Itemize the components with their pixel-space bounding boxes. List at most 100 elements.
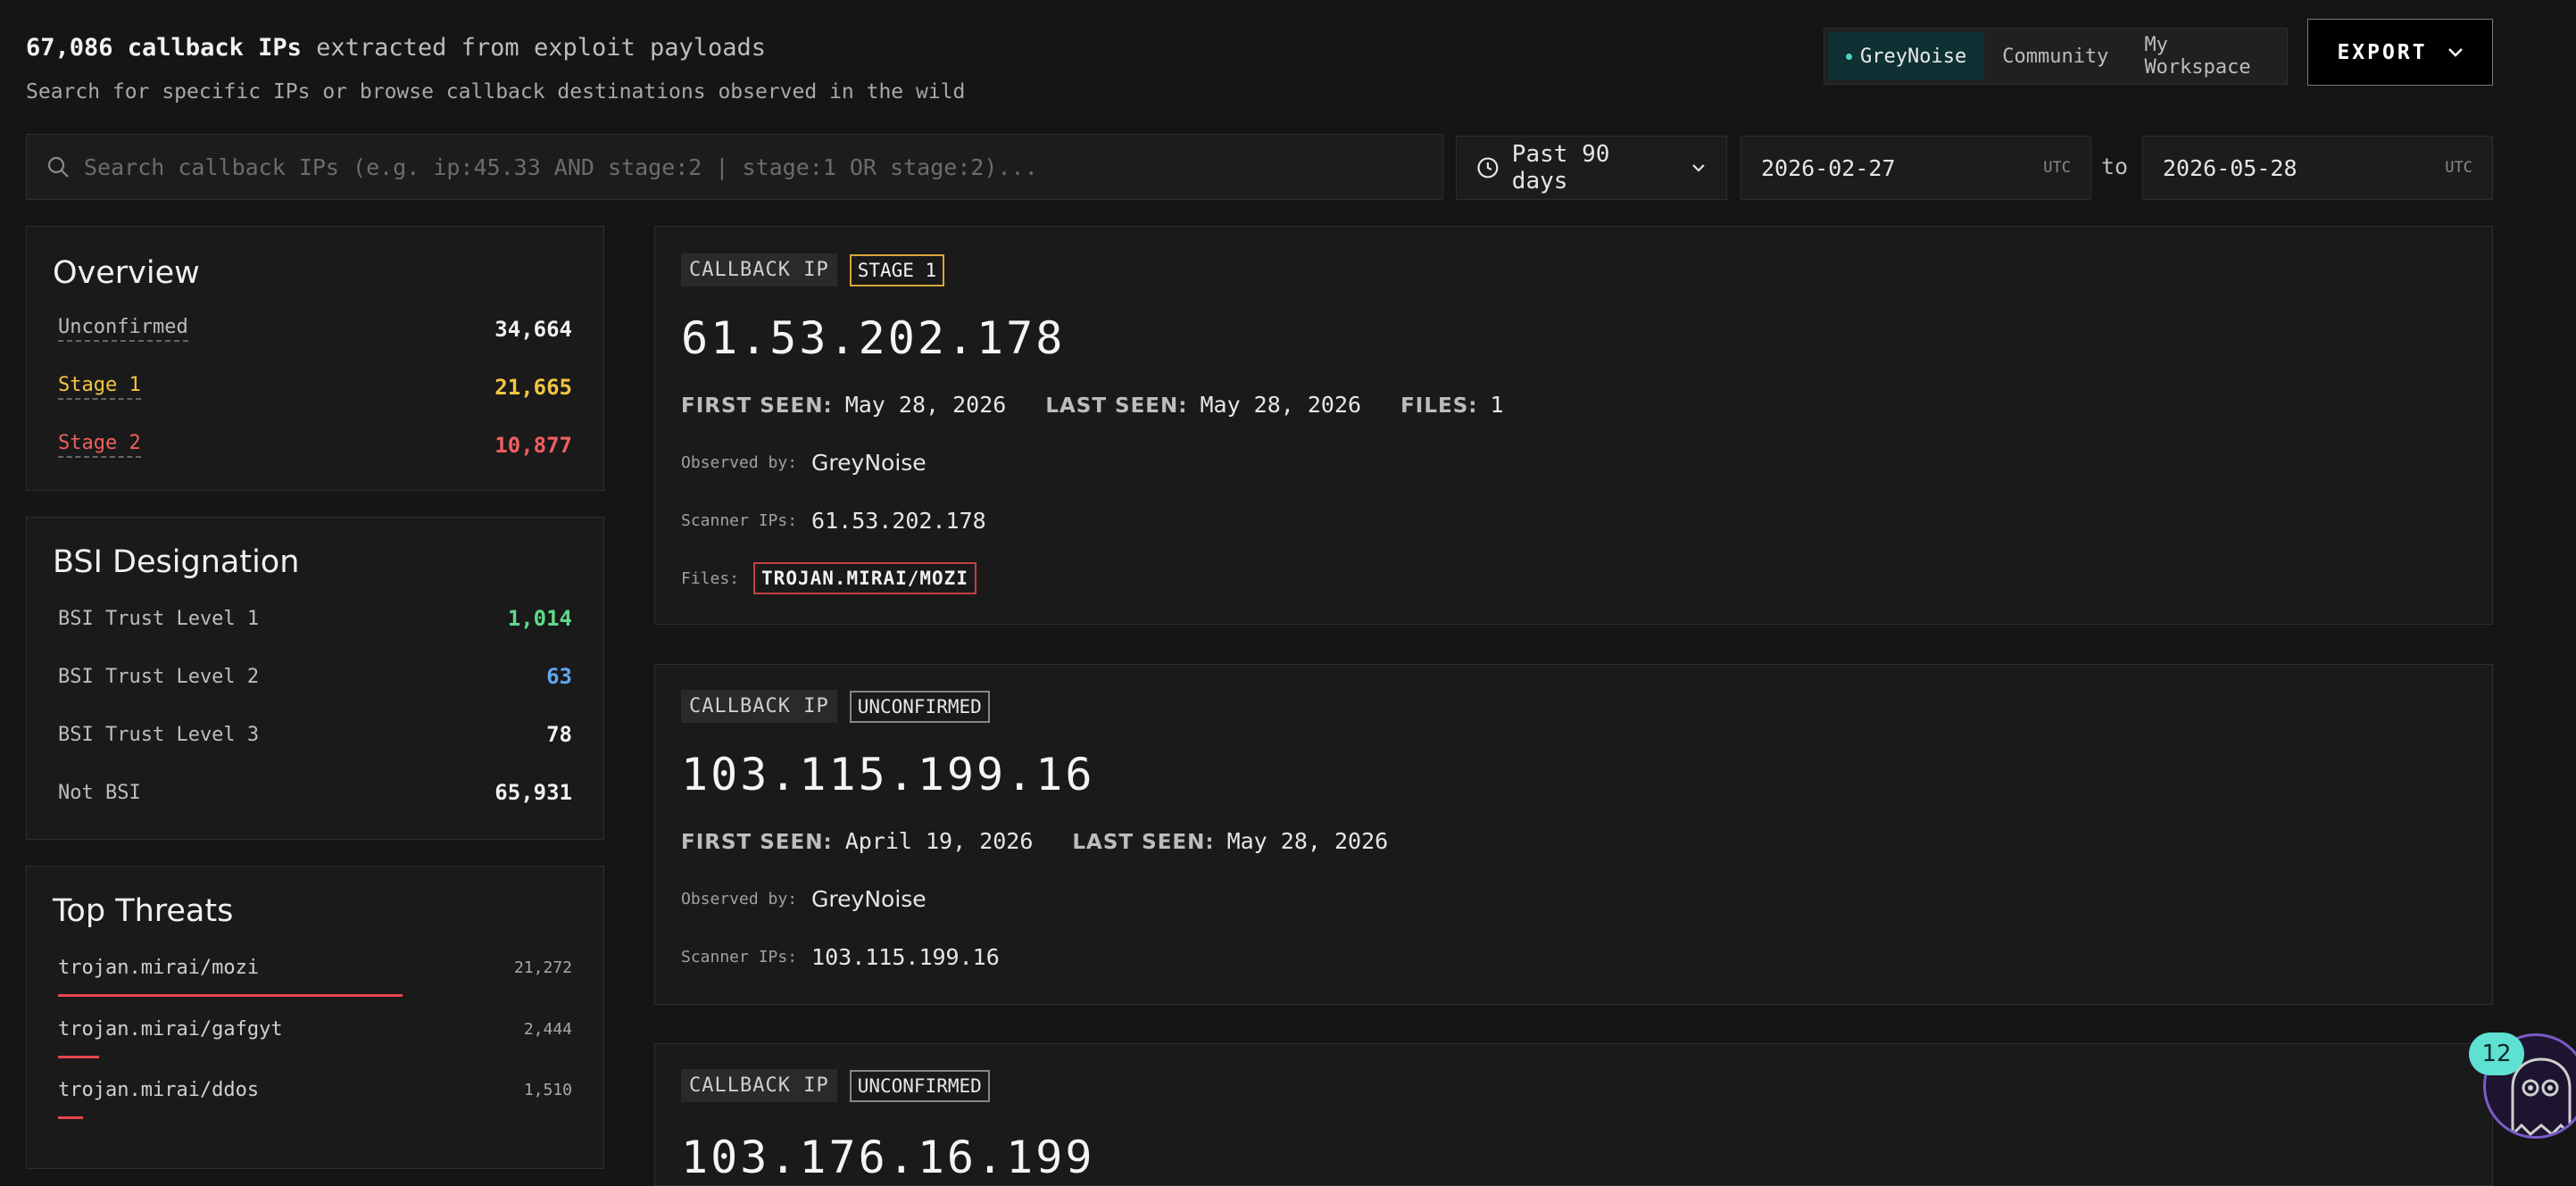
last-seen-label: LAST SEEN: [1045, 394, 1188, 418]
threat-row[interactable]: trojan.mirai/mozi 21,272 [58, 957, 572, 979]
count-suffix: extracted from exploit payloads [301, 34, 767, 62]
files-count-value: 1 [1490, 392, 1504, 418]
observed-by-value: GreyNoise [811, 886, 927, 912]
chevron-down-icon [2447, 47, 2463, 57]
bsi-row[interactable]: BSI Trust Level 3 78 [58, 722, 572, 747]
threat-count: 2,444 [523, 1020, 572, 1039]
card-tags: CALLBACK IP UNCONFIRMED [681, 1069, 990, 1102]
overview-panel: Overview Unconfirmed 34,664 Stage 1 21,6… [26, 226, 604, 491]
card-tags: CALLBACK IP STAGE 1 [681, 253, 945, 286]
scanner-ip-value[interactable]: 61.53.202.178 [811, 508, 986, 534]
end-date-field[interactable]: 2026-05-28 UTC [2142, 136, 2493, 200]
search-input[interactable] [82, 153, 1423, 181]
threat-row[interactable]: trojan.mirai/gafgyt 2,444 [58, 1018, 572, 1041]
workspace-option-greynoise[interactable]: GreyNoise [1828, 32, 1985, 80]
stage-badge: UNCONFIRMED [849, 1069, 990, 1102]
first-seen-label: FIRST SEEN: [681, 831, 833, 854]
callback-ip-card[interactable]: CALLBACK IP STAGE 1 61.53.202.178 FIRST … [654, 226, 2493, 625]
threat-count: 21,272 [513, 958, 572, 977]
stage-badge: STAGE 1 [849, 253, 945, 286]
workspace-option-my-workspace[interactable]: My Workspace [2126, 32, 2283, 80]
callback-ip-card[interactable]: CALLBACK IP UNCONFIRMED 103.176.16.199 [654, 1043, 2493, 1186]
active-dot-icon [1846, 53, 1852, 60]
results-summary: 67,086 callback IPs extracted from explo… [26, 34, 766, 62]
callback-ip-address[interactable]: 103.176.16.199 [681, 1132, 1094, 1183]
workspace-option-community[interactable]: Community [1984, 32, 2126, 80]
bsi-level-3-label: BSI Trust Level 3 [58, 723, 260, 746]
unconfirmed-filter-link[interactable]: Unconfirmed [58, 316, 188, 342]
not-bsi-label: Not BSI [58, 781, 141, 804]
observed-by-value: GreyNoise [811, 450, 927, 476]
threat-count: 1,510 [523, 1081, 572, 1099]
stage-1-filter-link[interactable]: Stage 1 [58, 374, 141, 400]
overview-row-stage-1: Stage 1 21,665 [58, 374, 572, 400]
bsi-level-2-label: BSI Trust Level 2 [58, 665, 260, 688]
timezone-label: UTC [2043, 159, 2071, 177]
clock-icon [1477, 157, 1499, 178]
workspace-label: GreyNoise [1860, 45, 1967, 68]
workspace-switcher: GreyNoise Community My Workspace [1824, 28, 2288, 85]
unconfirmed-count: 34,664 [494, 316, 572, 342]
callback-ip-tag: CALLBACK IP [681, 1069, 837, 1102]
bsi-row[interactable]: Not BSI 65,931 [58, 780, 572, 805]
overview-row-unconfirmed: Unconfirmed 34,664 [58, 316, 572, 342]
threat-bar [58, 994, 403, 997]
chevron-down-icon [1692, 164, 1705, 172]
bsi-level-1-label: BSI Trust Level 1 [58, 607, 260, 630]
overview-title: Overview [53, 255, 200, 291]
bsi-level-3-count: 78 [546, 722, 572, 747]
callback-ip-card[interactable]: CALLBACK IP UNCONFIRMED 103.115.199.16 F… [654, 664, 2493, 1005]
observed-by-label: Observed by: [681, 453, 798, 472]
threat-name: trojan.mirai/ddos [58, 1079, 260, 1101]
threat-name: trojan.mirai/gafgyt [58, 1018, 283, 1041]
callback-ip-tag: CALLBACK IP [681, 253, 837, 286]
search-bar [26, 134, 1443, 200]
export-label: EXPORT [2337, 40, 2428, 64]
first-seen-label: FIRST SEEN: [681, 394, 833, 418]
notification-count-badge: 12 [2469, 1033, 2524, 1075]
not-bsi-count: 65,931 [494, 780, 572, 805]
stage-2-count: 10,877 [494, 432, 572, 458]
callback-ip-address[interactable]: 61.53.202.178 [681, 312, 1065, 364]
search-icon [47, 156, 69, 178]
observed-by-label: Observed by: [681, 890, 798, 908]
end-date-value: 2026-05-28 [2163, 154, 2298, 181]
scanner-ips-label: Scanner IPs: [681, 948, 798, 966]
first-seen-value: May 28, 2026 [844, 392, 1007, 418]
date-range-dropdown[interactable]: Past 90 days [1456, 136, 1727, 200]
first-seen-value: April 19, 2026 [844, 828, 1034, 854]
start-date-field[interactable]: 2026-02-27 UTC [1741, 136, 2091, 200]
bsi-designation-panel: BSI Designation BSI Trust Level 1 1,014 … [26, 517, 604, 840]
seen-dates: FIRST SEEN: May 28, 2026 LAST SEEN: May … [681, 392, 1543, 418]
files-label: Files: [681, 568, 740, 588]
top-threats-panel: Top Threats trojan.mirai/mozi 21,272 tro… [26, 866, 604, 1169]
stage-2-filter-link[interactable]: Stage 2 [58, 432, 141, 458]
threat-row[interactable]: trojan.mirai/ddos 1,510 [58, 1079, 572, 1101]
last-seen-value: May 28, 2026 [1200, 392, 1362, 418]
files-count-label: FILES: [1400, 394, 1478, 418]
card-tags: CALLBACK IP UNCONFIRMED [681, 690, 990, 723]
start-date-value: 2026-02-27 [1761, 154, 1896, 181]
callback-ip-address[interactable]: 103.115.199.16 [681, 749, 1094, 800]
callback-ip-tag: CALLBACK IP [681, 690, 837, 723]
scanner-ip-value[interactable]: 103.115.199.16 [811, 944, 1000, 970]
file-tag[interactable]: TROJAN.MIRAI/MOZI [753, 562, 976, 594]
threat-bar [58, 1116, 83, 1119]
export-button[interactable]: EXPORT [2307, 19, 2493, 86]
callback-count: 67,086 callback IPs [26, 34, 302, 62]
bsi-level-1-count: 1,014 [507, 606, 572, 631]
scanner-ips: Scanner IPs: 103.115.199.16 [681, 944, 1000, 970]
threat-name: trojan.mirai/mozi [58, 957, 260, 979]
bsi-title: BSI Designation [53, 544, 300, 580]
bsi-row[interactable]: BSI Trust Level 1 1,014 [58, 606, 572, 631]
timezone-label: UTC [2445, 159, 2472, 177]
bsi-row[interactable]: BSI Trust Level 2 63 [58, 664, 572, 689]
date-range-label: Past 90 days [1511, 141, 1610, 195]
date-range-separator: to [2101, 153, 2129, 179]
stage-1-count: 21,665 [494, 374, 572, 400]
observed-by: Observed by: GreyNoise [681, 450, 927, 476]
last-seen-value: May 28, 2026 [1226, 828, 1389, 854]
files: Files: TROJAN.MIRAI/MOZI [681, 562, 976, 594]
page-subtitle: Search for specific IPs or browse callba… [26, 80, 966, 104]
scanner-ips: Scanner IPs: 61.53.202.178 [681, 508, 986, 534]
